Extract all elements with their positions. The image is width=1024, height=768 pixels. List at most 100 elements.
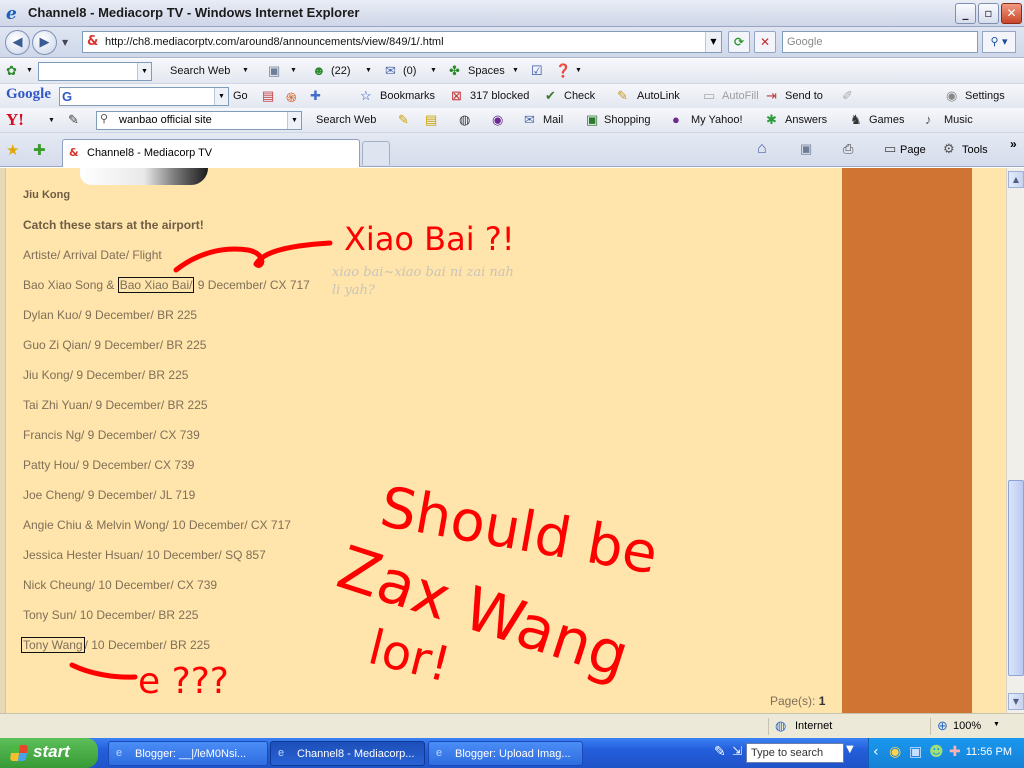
home-icon[interactable]: ⌂	[757, 140, 767, 158]
stop-button[interactable]: ✕	[754, 31, 776, 53]
yahoo-mail-button[interactable]: Mail	[543, 114, 563, 126]
send-to-button[interactable]: Send to	[785, 90, 823, 102]
news-icon[interactable]: ▤	[262, 88, 274, 104]
messenger-icon[interactable]: ☻	[312, 63, 326, 78]
msn-search-input[interactable]: ▼	[38, 62, 152, 81]
chrome-tray-icon[interactable]: ◉	[889, 744, 901, 760]
highlighter-icon[interactable]: ✐	[842, 88, 853, 104]
spaces-dropdown[interactable]: ▼	[512, 67, 519, 74]
address-field[interactable]: & http://ch8.mediacorptv.com/around8/ann…	[82, 31, 722, 53]
bookmarks-button[interactable]: Bookmarks	[380, 90, 435, 102]
security-tray-icon[interactable]: ✚	[949, 744, 961, 760]
security-zone[interactable]: ◍ Internet	[768, 718, 928, 735]
search-field[interactable]: Google	[782, 31, 978, 53]
yahoo-search-web-button[interactable]: Search Web	[316, 114, 376, 126]
page-icon[interactable]: ▭	[884, 141, 896, 157]
network-tray-icon[interactable]: ▣	[909, 744, 922, 760]
taskbar-search-input[interactable]: Type to search	[746, 743, 844, 763]
messenger-dropdown[interactable]: ▼	[365, 67, 372, 74]
popup-blocker-icon[interactable]: ⊠	[451, 88, 462, 104]
spaces-icon[interactable]: ✤	[449, 63, 460, 79]
back-button[interactable]: ◀	[5, 30, 30, 55]
recent-pages-dropdown-icon[interactable]: ▼	[62, 38, 68, 47]
inbox-count[interactable]: (0)	[403, 65, 416, 77]
search-button[interactable]: ⚲ ▾	[982, 31, 1016, 53]
msn-menu-dropdown[interactable]: ▼	[26, 67, 33, 74]
tab-channel8[interactable]: & Channel8 - Mediacorp TV	[62, 139, 360, 167]
tool-icon[interactable]: ✎	[714, 744, 726, 760]
spellcheck-button[interactable]: Check	[564, 90, 595, 102]
games-icon[interactable]: ♞	[850, 112, 862, 128]
puzzle-icon[interactable]: ✚	[310, 88, 321, 104]
highlight-icon[interactable]: ✎	[398, 112, 409, 128]
refresh-button[interactable]: ⟳	[728, 31, 750, 53]
headphones-icon[interactable]: ◉	[492, 112, 503, 128]
google-search-input[interactable]: G ▼	[59, 87, 229, 106]
settings-icon[interactable]: ◉	[946, 88, 957, 104]
scroll-up-icon[interactable]: ▲	[1008, 171, 1024, 188]
scroll-down-icon[interactable]: ▼	[1008, 693, 1024, 710]
globe-icon[interactable]: ◍	[459, 112, 470, 128]
taskbar-item[interactable]: e Blogger: __|/leM0Nsi...	[108, 741, 268, 766]
tray-chevron-icon[interactable]: ‹	[873, 744, 879, 760]
google-go-button[interactable]: Go	[233, 90, 248, 102]
rss-icon[interactable]: ▣	[268, 63, 280, 79]
shopping-icon[interactable]: ▣	[586, 112, 598, 128]
yahoo-menu-dropdown[interactable]: ▼	[48, 117, 55, 124]
answers-icon[interactable]: ✱	[766, 112, 777, 128]
messenger-count[interactable]: (22)	[331, 65, 351, 77]
send-to-icon[interactable]: ⇥	[766, 88, 777, 104]
games-button[interactable]: Games	[869, 114, 904, 126]
search-web-dropdown[interactable]: ▼	[242, 67, 249, 74]
yahoo-search-input[interactable]: ⚲ wanbao official site ▼	[96, 111, 302, 130]
vertical-scrollbar[interactable]: ▲ ▼	[1006, 168, 1024, 713]
scroll-thumb[interactable]	[1008, 480, 1024, 676]
spellcheck-icon[interactable]: ✔	[545, 88, 556, 104]
more-commands-icon[interactable]: »	[1010, 137, 1017, 151]
maximize-button[interactable]: ▫	[978, 3, 999, 24]
google-logo[interactable]: Google	[6, 86, 51, 103]
spiral-icon[interactable]: ֍	[286, 88, 297, 106]
zoom-control[interactable]: ⊕ 100% ▼	[930, 718, 1020, 735]
autolink-button[interactable]: AutoLink	[637, 90, 680, 102]
page-menu-button[interactable]: Page	[900, 144, 926, 156]
music-button[interactable]: Music	[944, 114, 973, 126]
yahoo-logo[interactable]: Y!	[6, 110, 24, 130]
msn-logo-icon[interactable]: ✿	[6, 63, 17, 79]
music-icon[interactable]: ♪	[925, 112, 932, 127]
help-dropdown[interactable]: ▼	[575, 67, 582, 74]
msn-search-web-button[interactable]: Search Web	[170, 65, 230, 77]
settings-button[interactable]: Settings	[965, 90, 1005, 102]
my-yahoo-button[interactable]: My Yahoo!	[691, 114, 743, 126]
shopping-button[interactable]: Shopping	[604, 114, 651, 126]
start-button[interactable]: start	[0, 738, 98, 768]
print-icon[interactable]: ⎙	[843, 141, 853, 157]
popup-blocked-count[interactable]: 317 blocked	[470, 90, 529, 102]
tools-menu-button[interactable]: Tools	[962, 144, 988, 156]
taskbar-search-dropdown[interactable]: ▼	[846, 744, 854, 755]
feeds-icon[interactable]: ▣	[800, 141, 812, 157]
mail-icon[interactable]: ✉	[385, 63, 396, 79]
rss-dropdown[interactable]: ▼	[290, 67, 297, 74]
taskbar-item[interactable]: e Channel8 - Mediacorp...	[270, 741, 425, 766]
answers-button[interactable]: Answers	[785, 114, 827, 126]
messenger-tray-icon[interactable]: ☻	[929, 744, 944, 760]
address-dropdown-icon[interactable]: ▼	[705, 32, 721, 52]
checkbox-icon[interactable]: ☑	[531, 63, 543, 79]
taskbar-item[interactable]: e Blogger: Upload Imag...	[428, 741, 583, 766]
tools-gear-icon[interactable]: ⚙	[943, 141, 955, 157]
minimize-button[interactable]: _	[955, 3, 976, 24]
new-tab-button[interactable]	[362, 141, 390, 165]
address-url[interactable]: http://ch8.mediacorptv.com/around8/annou…	[105, 36, 444, 48]
pencil-icon[interactable]: ✎	[68, 112, 79, 128]
my-yahoo-icon[interactable]: ●	[672, 112, 680, 127]
add-favorite-icon[interactable]: ✚	[33, 141, 46, 159]
autolink-icon[interactable]: ✎	[617, 88, 628, 104]
zoom-dropdown-icon[interactable]: ▼	[993, 721, 1000, 728]
close-button[interactable]: ✕	[1001, 3, 1022, 24]
desktop-search-icon[interactable]: ⇲	[732, 744, 742, 758]
help-icon[interactable]: ❓	[555, 63, 571, 79]
favorites-star-icon[interactable]: ★	[6, 141, 19, 159]
current-page[interactable]: 1	[819, 694, 826, 708]
spaces-button[interactable]: Spaces	[468, 65, 505, 77]
